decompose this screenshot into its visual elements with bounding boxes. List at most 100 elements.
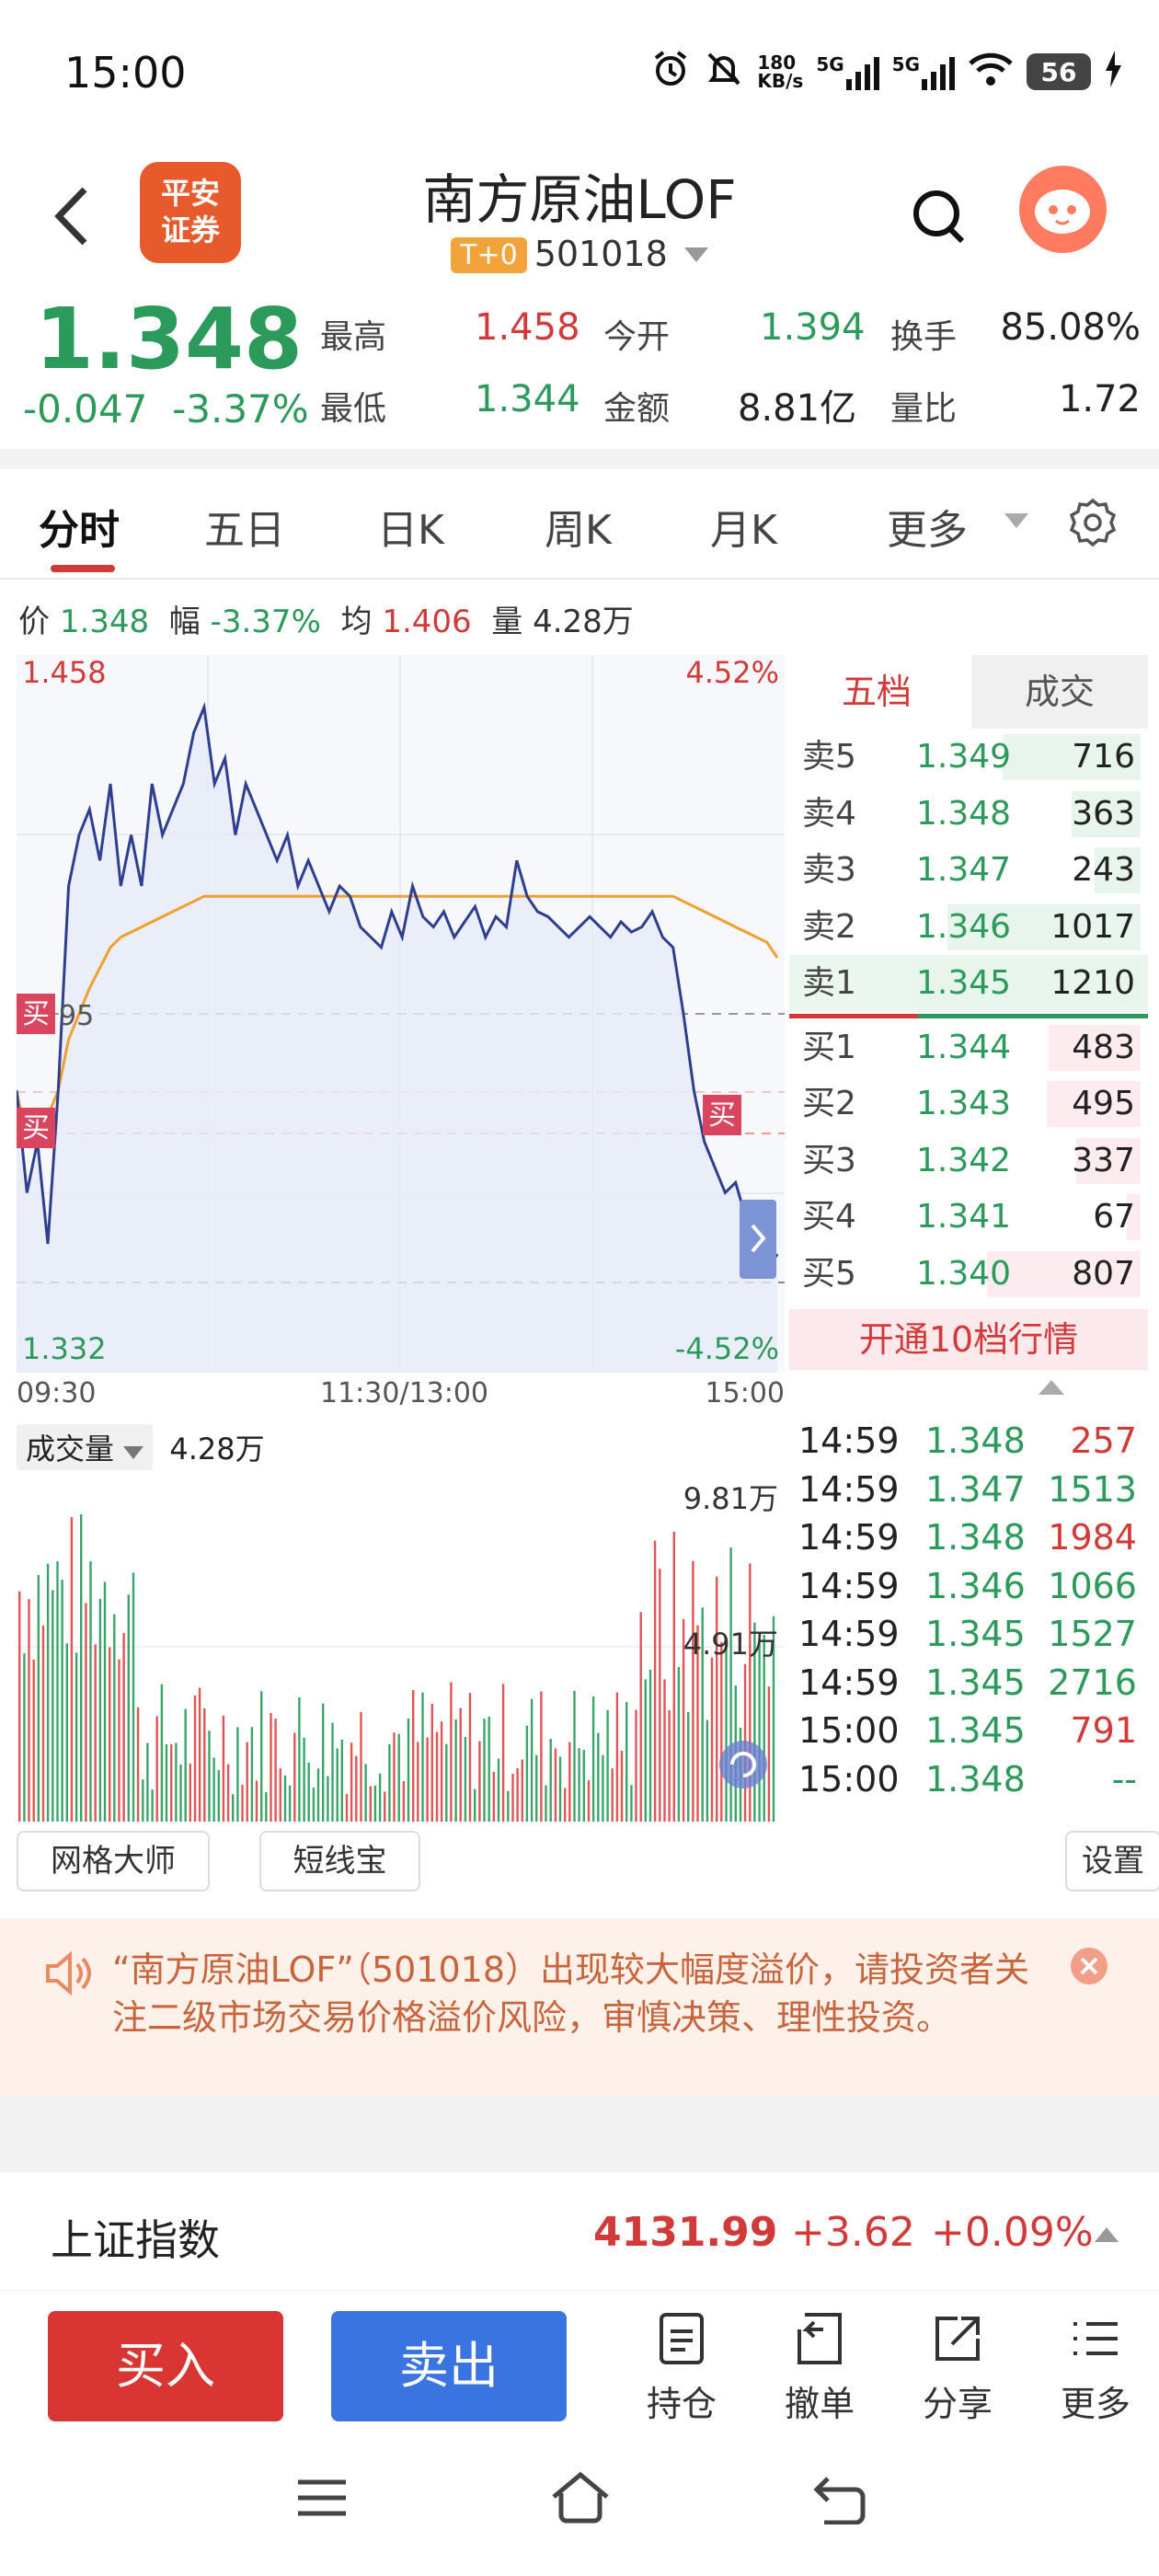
volume-bar	[61, 1580, 63, 1822]
tab-trade-list[interactable]: 成交	[971, 655, 1148, 729]
volume-bar	[397, 1733, 400, 1822]
volume-bar	[639, 1612, 642, 1822]
level-price: 1.349	[916, 738, 1012, 776]
volume-bar	[270, 1713, 272, 1822]
bid-row[interactable]: 买4 1.341 67	[789, 1189, 1148, 1246]
volume-bar	[635, 1709, 637, 1822]
level-volume: 1210	[1050, 964, 1135, 1002]
volume-bar	[558, 1756, 562, 1822]
level-volume: 1017	[1050, 907, 1135, 946]
bid-row[interactable]: 买2 1.343 495	[789, 1075, 1148, 1133]
level-label: 买4	[802, 1198, 856, 1236]
bid-row[interactable]: 买5 1.340 807	[789, 1246, 1148, 1303]
svg-text:买: 买	[22, 998, 50, 1030]
alarm-icon	[650, 49, 691, 96]
back-nav-icon[interactable]	[809, 2473, 868, 2528]
volume-bar	[369, 1786, 372, 1822]
volume-bar	[94, 1644, 97, 1822]
volume-bar	[706, 1719, 709, 1822]
time-end: 15:00	[705, 1377, 785, 1409]
tab-daily-k[interactable]: 日K	[377, 497, 444, 556]
volume-chart[interactable]: 9.81万 4.91万	[17, 1472, 785, 1822]
refresh-icon[interactable]	[719, 1741, 767, 1788]
amount-value: 8.81亿	[738, 387, 857, 430]
volume-bar	[492, 1772, 495, 1822]
volume-bar	[336, 1748, 339, 1822]
back-icon[interactable]	[46, 184, 101, 248]
trade-volume: 2716	[1048, 1662, 1137, 1703]
tab-five-levels[interactable]: 五档	[789, 655, 964, 729]
chevron-right-icon[interactable]	[740, 1200, 776, 1279]
home-icon[interactable]	[548, 2469, 613, 2528]
more-button[interactable]: 更多	[1045, 2311, 1146, 2426]
volume-bar	[355, 1755, 358, 1822]
trade-volume: 791	[1070, 1710, 1137, 1751]
short-term-button[interactable]: 短线宝	[259, 1831, 420, 1892]
volume-bar	[450, 1682, 453, 1822]
menu-icon[interactable]	[294, 2475, 350, 2524]
volume-bar	[307, 1763, 310, 1822]
undo-icon	[769, 2311, 870, 2366]
volume-bar	[184, 1708, 187, 1822]
bid-row[interactable]: 买1 1.344 483	[789, 1019, 1148, 1076]
volume-bar	[70, 1517, 74, 1822]
tab-monthly-k[interactable]: 月K	[710, 497, 777, 556]
index-percent: +0.09%	[931, 2209, 1094, 2256]
tab-weekly-k[interactable]: 周K	[545, 497, 612, 556]
index-bar[interactable]: 上证指数 4131.99 +3.62 +0.09%	[0, 2171, 1159, 2291]
buy-marker[interactable]: 买	[17, 1108, 55, 1148]
grid-master-button[interactable]: 网格大师	[17, 1831, 210, 1892]
trade-time: 14:59	[798, 1517, 900, 1558]
volume-bar	[625, 1702, 628, 1822]
upgrade-button[interactable]: 开通10档行情	[789, 1309, 1148, 1370]
trade-time: 15:00	[798, 1758, 900, 1800]
premium-risk-notice: “南方原油LOF”（501018）出现较大幅度溢价，请投资者关注二级市场交易价格…	[0, 1918, 1159, 2098]
close-icon[interactable]	[1069, 1946, 1109, 1990]
tab-five-day[interactable]: 五日	[204, 497, 285, 556]
intraday-chart[interactable]: 1.458 4.52% 1.332 -4.52% 95 买 买 买	[17, 655, 785, 1373]
volume-bar	[222, 1715, 225, 1822]
volume-bar	[644, 1679, 647, 1822]
book-divider	[789, 1012, 1148, 1019]
tab-more[interactable]: 更多	[887, 497, 968, 556]
volume-bar	[573, 1690, 576, 1822]
volume-bar	[648, 1669, 652, 1822]
ask-row[interactable]: 卖4 1.348 363	[789, 786, 1148, 843]
position-button[interactable]: 持仓	[631, 2311, 732, 2426]
ask-row[interactable]: 卖3 1.347 243	[789, 842, 1148, 899]
settings-button[interactable]: 设置	[1065, 1831, 1159, 1892]
tab-intraday[interactable]: 分时	[39, 497, 120, 556]
buy-button[interactable]: 买入	[48, 2311, 283, 2421]
bid-row[interactable]: 买3 1.342 337	[789, 1133, 1148, 1190]
buy-marker[interactable]: 买	[17, 994, 55, 1034]
level-label: 卖4	[802, 794, 856, 833]
volume-bar	[402, 1781, 406, 1822]
volume-bar	[758, 1639, 761, 1822]
volume-bar	[597, 1732, 600, 1822]
ask-row[interactable]: 卖1 1.345 1210	[789, 955, 1148, 1012]
net-speed: 180 KB/s	[757, 52, 804, 92]
volume-bar	[535, 1754, 538, 1822]
ref-price-label: 95	[59, 1000, 94, 1032]
change-percent: -3.37%	[172, 386, 309, 431]
ask-row[interactable]: 卖5 1.349 716	[789, 729, 1148, 786]
volume-bar	[288, 1785, 292, 1822]
volume-bar	[283, 1775, 287, 1822]
chevron-up-icon[interactable]	[789, 1380, 1148, 1417]
gear-icon[interactable]	[1067, 497, 1119, 552]
cancel-order-button[interactable]: 撤单	[769, 2311, 870, 2426]
trade-volume: --	[1111, 1758, 1137, 1800]
volume-bar	[663, 1679, 666, 1822]
buy-marker[interactable]: 买	[703, 1095, 741, 1135]
time-start: 09:30	[17, 1377, 97, 1409]
sell-button[interactable]: 卖出	[331, 2311, 567, 2421]
volume-selector[interactable]: 成交量	[17, 1424, 154, 1470]
search-icon[interactable]	[911, 184, 966, 248]
share-button[interactable]: 分享	[907, 2311, 1008, 2426]
ask-row[interactable]: 卖2 1.346 1017	[789, 899, 1148, 956]
status-bar: 15:00 180 KB/s 5G 5G 56	[0, 0, 1159, 147]
assistant-avatar[interactable]	[1019, 166, 1107, 253]
volume-bar	[440, 1721, 443, 1822]
chevron-up-icon	[1095, 2227, 1119, 2246]
level-price: 1.348	[916, 794, 1012, 833]
